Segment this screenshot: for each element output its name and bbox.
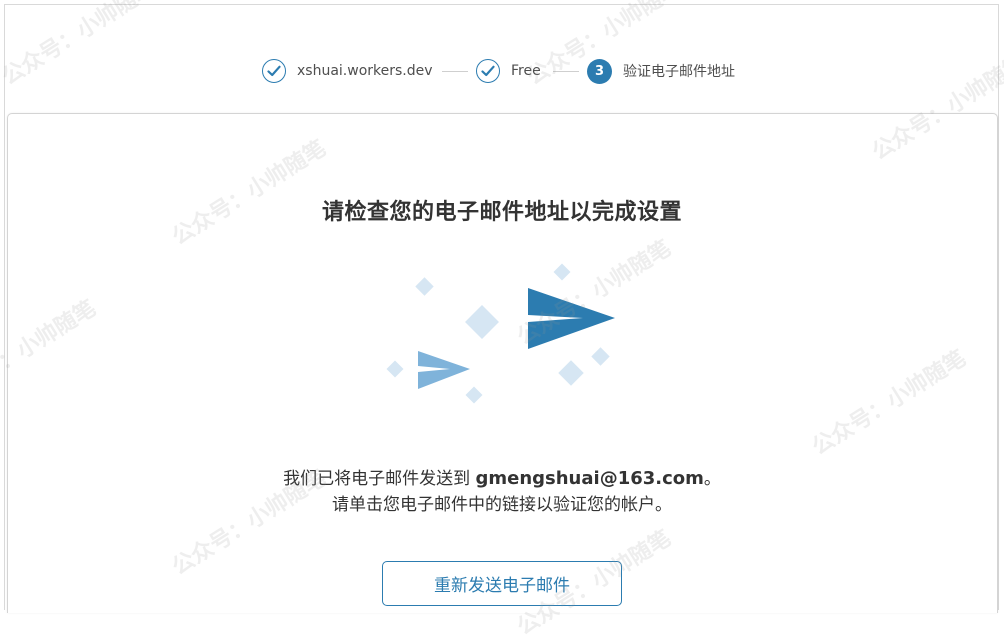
paper-plane-large-icon [528, 288, 615, 349]
step-connector [553, 71, 579, 72]
page-title: 请检查您的电子邮件地址以完成设置 [321, 200, 682, 225]
paper-plane-illustration [380, 258, 630, 412]
message-suffix: 。 [703, 469, 721, 489]
email-address: gmengshuai@163.com [475, 468, 704, 489]
check-icon [262, 59, 286, 83]
message-line-1: 我们已将电子邮件发送到 gmengshuai@163.com。 [0, 466, 1004, 492]
step-label: Free [511, 63, 541, 79]
paper-plane-small-icon [418, 351, 470, 389]
step-domain: xshuai.workers.dev [262, 57, 433, 85]
check-icon [476, 59, 500, 83]
step-connector [442, 71, 468, 72]
step-plan: Free [476, 57, 541, 85]
step-verify-email: 3 验证电子邮件地址 [587, 57, 735, 85]
step-number-badge: 3 [587, 58, 612, 84]
message-prefix: 我们已将电子邮件发送到 [283, 469, 476, 489]
message-line-2: 请单击您电子邮件中的链接以验证您的帐户。 [332, 495, 672, 515]
verification-message: 我们已将电子邮件发送到 gmengshuai@163.com。 请单击您电子邮件… [0, 466, 1004, 518]
step-label: 验证电子邮件地址 [623, 64, 735, 80]
progress-stepper: xshuai.workers.dev Free 3 验证电子邮件地址 [0, 0, 1004, 110]
resend-email-button[interactable]: 重新发送电子邮件 [382, 561, 622, 606]
step-label: xshuai.workers.dev [297, 63, 433, 79]
